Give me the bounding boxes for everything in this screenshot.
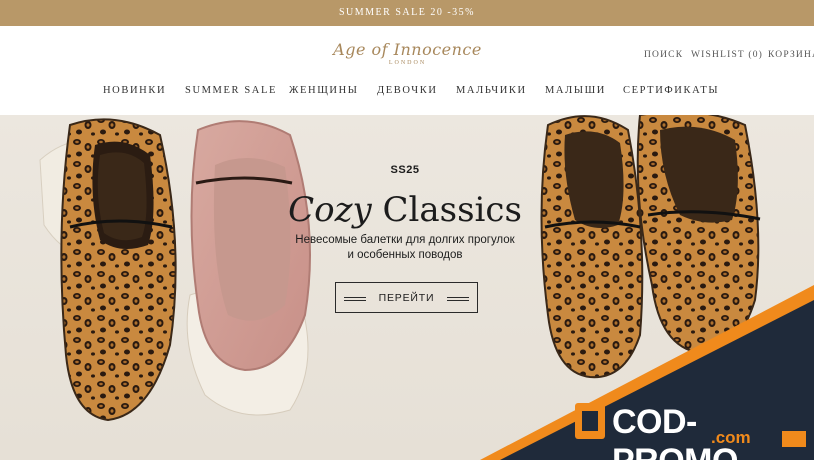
site-header: Age of Innocence LONDON ПОИСК WISHLIST (…: [0, 26, 814, 115]
nav-item-babies[interactable]: МАЛЫШИ: [545, 85, 606, 96]
brand-location: LONDON: [388, 60, 427, 66]
announcement-text: SUMMER SALE 20 -35%: [338, 7, 475, 18]
search-link[interactable]: ПОИСК: [644, 50, 683, 60]
watermark-subtext: .com: [711, 428, 751, 447]
wishlist-link[interactable]: WISHLIST (0): [691, 50, 763, 60]
hero-subtitle-line2: и особенных поводов: [347, 249, 463, 261]
nav-item-gift-cards[interactable]: СЕРТИФИКАТЫ: [623, 85, 719, 96]
announcement-bar[interactable]: SUMMER SALE 20 -35%: [0, 0, 814, 26]
hero-banner[interactable]: SS25 Cozy Classics Невесомые балетки для…: [0, 115, 814, 460]
nav-item-new[interactable]: НОВИНКИ: [103, 85, 166, 96]
hero-kicker: SS25: [390, 164, 420, 176]
cta-decoration-left: [344, 297, 366, 301]
brand-name: Age of Innocence: [333, 40, 482, 59]
hero-title-italic: Cozy: [288, 190, 372, 230]
hero-cta-label: ПЕРЕЙТИ: [378, 291, 435, 304]
nav-item-girls[interactable]: ДЕВОЧКИ: [377, 85, 438, 96]
cart-link[interactable]: КОРЗИНА: [768, 50, 814, 60]
hero-copy: SS25 Cozy Classics Невесомые балетки для…: [260, 164, 550, 263]
main-nav: НОВИНКИ SUMMER SALE ЖЕНЩИНЫ ДЕВОЧКИ МАЛЬ…: [0, 85, 814, 99]
hero-title-rest: Classics: [371, 190, 522, 230]
nav-item-summer-sale[interactable]: SUMMER SALE: [185, 85, 277, 96]
hero-subtitle: Невесомые балетки для долгих прогулок и …: [260, 233, 550, 263]
cta-decoration-right: [447, 297, 469, 301]
nav-item-women[interactable]: ЖЕНЩИНЫ: [289, 85, 359, 96]
hero-cta-button[interactable]: ПЕРЕЙТИ: [335, 282, 478, 313]
brand-logo[interactable]: Age of Innocence LONDON: [330, 40, 485, 66]
hero-subtitle-line1: Невесомые балетки для долгих прогулок: [295, 234, 515, 246]
nav-item-boys[interactable]: МАЛЬЧИКИ: [456, 85, 527, 96]
hero-title: Cozy Classics: [260, 190, 550, 230]
